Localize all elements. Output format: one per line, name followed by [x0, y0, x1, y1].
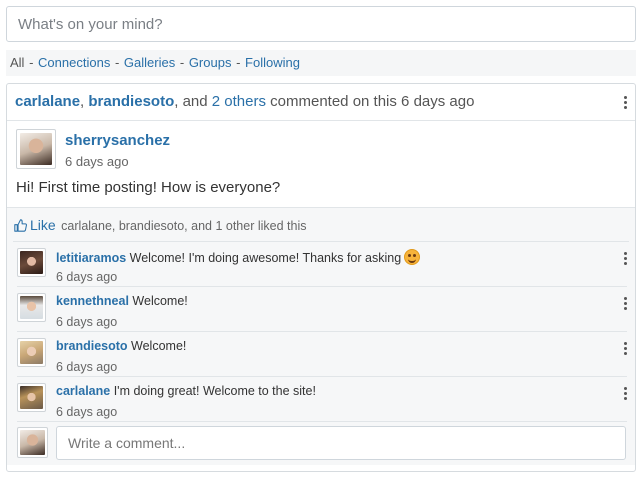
activity-user-link[interactable]: brandiesoto	[88, 93, 174, 110]
comment-item: kennethneal Welcome! 6 days ago	[7, 288, 627, 332]
comments-section: letitiaramos Welcome! I'm doing awesome!…	[7, 241, 635, 465]
thumbs-up-icon	[14, 219, 27, 232]
activity-filter-bar: All - Connections - Galleries - Groups -…	[6, 50, 636, 76]
comment-divider	[17, 331, 627, 332]
avatar[interactable]	[17, 383, 46, 412]
comment-options-icon[interactable]	[624, 252, 627, 265]
filter-following[interactable]: Following	[245, 55, 300, 70]
activity-and-text: , and	[174, 93, 208, 110]
comment-text: Welcome!	[131, 339, 187, 353]
comment-options-icon[interactable]	[624, 387, 627, 400]
post-author-block: sherrysanchez 6 days ago	[7, 129, 635, 177]
avatar[interactable]	[16, 129, 56, 169]
filter-all[interactable]: All	[10, 55, 24, 70]
comment-options-icon[interactable]	[624, 342, 627, 355]
comment-item: carlalane I'm doing great! Welcome to th…	[7, 378, 627, 422]
comment-divider	[17, 421, 627, 422]
comment-input[interactable]: Write a comment...	[56, 426, 626, 460]
comment-user-link[interactable]: brandiesoto	[56, 339, 128, 353]
avatar[interactable]	[17, 338, 46, 367]
post-body: Hi! First time posting! How is everyone?	[16, 179, 281, 196]
filter-separator: -	[114, 55, 120, 70]
comment-divider	[17, 376, 627, 377]
activity-card: carlalane, brandiesoto, and 2 others com…	[6, 83, 636, 472]
write-comment-row: Write a comment...	[7, 423, 626, 465]
avatar[interactable]	[17, 248, 46, 277]
activity-others-link[interactable]: 2 others	[212, 93, 266, 110]
comment-user-link[interactable]: carlalane	[56, 384, 110, 398]
avatar[interactable]	[17, 427, 48, 458]
post-timestamp: 6 days ago	[65, 154, 129, 169]
comment-item: letitiaramos Welcome! I'm doing awesome!…	[7, 243, 627, 287]
comment-text: Welcome!	[132, 294, 188, 308]
comment-timestamp: 6 days ago	[56, 270, 118, 284]
comment-text: Welcome! I'm doing awesome! Thanks for a…	[129, 251, 402, 265]
activity-header: carlalane, brandiesoto, and 2 others com…	[7, 84, 635, 121]
post-options-icon[interactable]	[624, 96, 627, 109]
smiley-emoji-icon	[404, 249, 421, 265]
activity-comma: ,	[80, 93, 85, 110]
like-bar: Like carlalane, brandiesoto, and 1 other…	[7, 207, 635, 241]
post-author-link[interactable]: sherrysanchez	[65, 132, 170, 149]
filter-separator: -	[29, 55, 34, 70]
status-input[interactable]: What's on your mind?	[6, 6, 636, 42]
activity-summary-text: commented on this 6 days ago	[270, 93, 475, 110]
filter-connections[interactable]: Connections	[38, 55, 110, 70]
comment-options-icon[interactable]	[624, 297, 627, 310]
filter-groups[interactable]: Groups	[189, 55, 232, 70]
like-label[interactable]: Like	[30, 217, 56, 233]
filter-separator: -	[179, 55, 185, 70]
comment-item: brandiesoto Welcome! 6 days ago	[7, 333, 627, 377]
like-button[interactable]: Like	[14, 217, 61, 233]
likes-summary: carlalane, brandiesoto, and 1 other like…	[61, 219, 307, 233]
comment-timestamp: 6 days ago	[56, 405, 118, 419]
comment-timestamp: 6 days ago	[56, 360, 118, 374]
comment-user-link[interactable]: kennethneal	[56, 294, 129, 308]
activity-user-link[interactable]: carlalane	[15, 93, 80, 110]
comment-timestamp: 6 days ago	[56, 315, 118, 329]
comment-text: I'm doing great! Welcome to the site!	[113, 384, 316, 398]
comment-user-link[interactable]: letitiaramos	[56, 251, 126, 265]
filter-separator: -	[236, 55, 241, 70]
comment-divider	[17, 286, 627, 287]
filter-galleries[interactable]: Galleries	[124, 55, 175, 70]
avatar[interactable]	[17, 293, 46, 322]
